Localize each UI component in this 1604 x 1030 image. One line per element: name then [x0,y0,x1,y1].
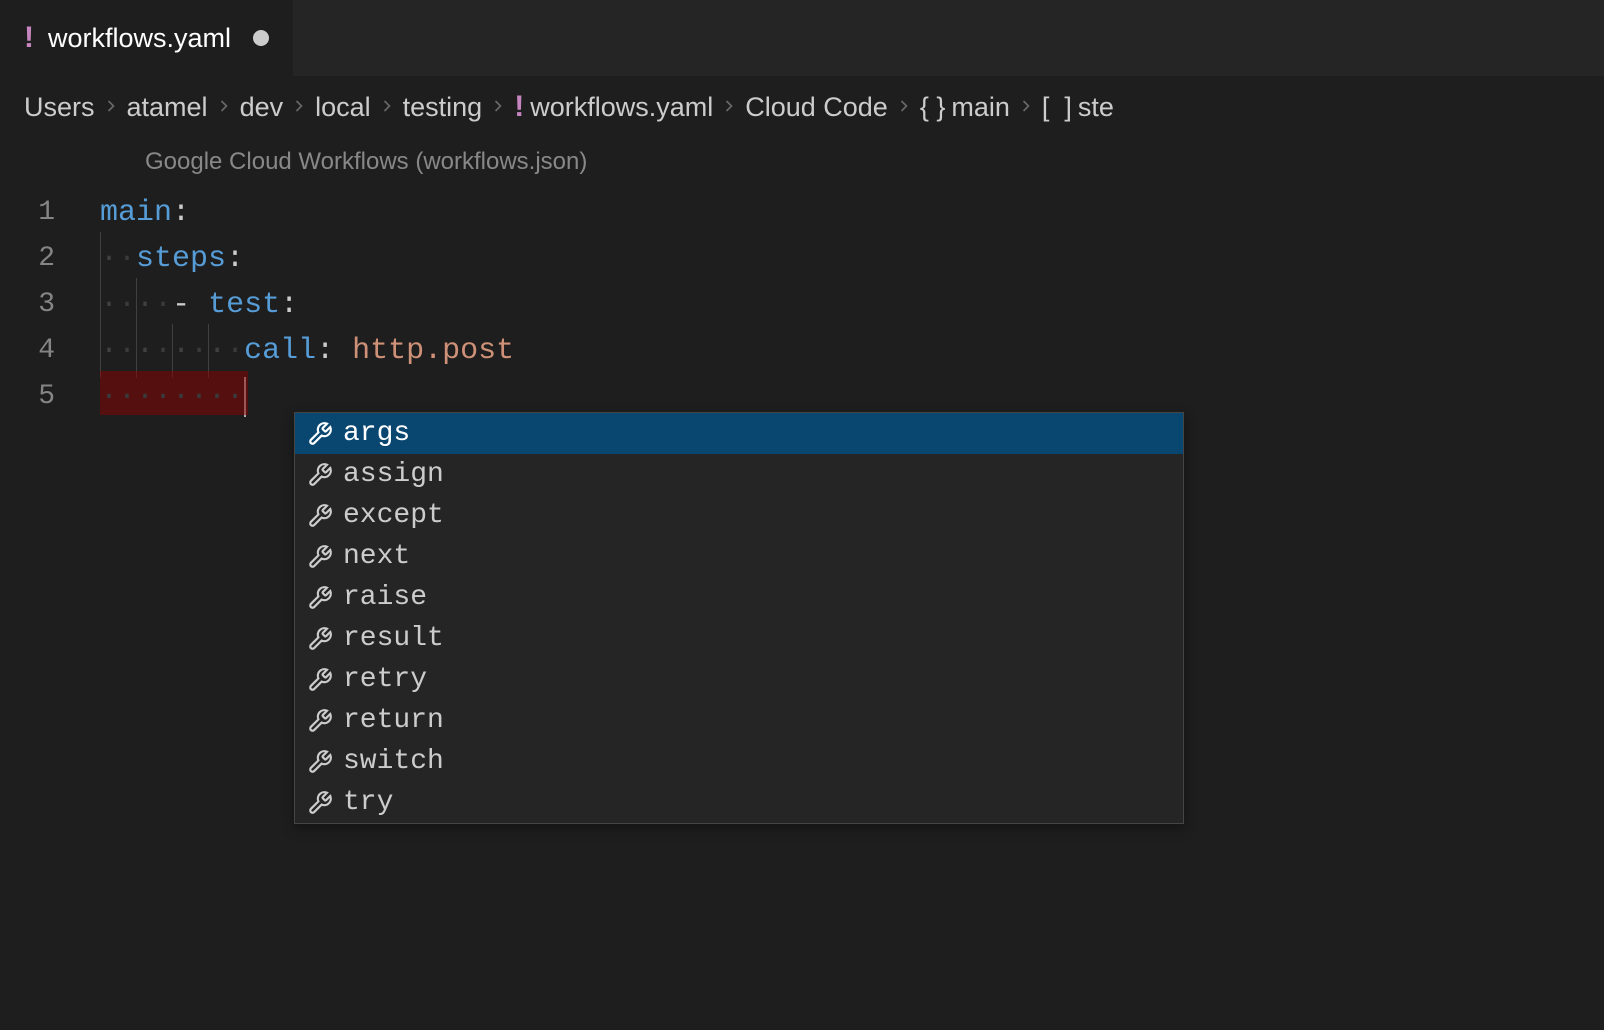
breadcrumb-segment[interactable]: ! workflows.yaml [514,90,713,124]
breadcrumb-label: local [315,92,371,123]
schema-hint: Google Cloud Workflows (workflows.json) [145,148,587,176]
breadcrumb-segment[interactable]: testing [403,92,483,123]
yaml-dash: - [172,282,208,328]
indent-guide: ·· [100,236,136,282]
breadcrumb-segment[interactable]: local [315,92,371,123]
breadcrumb: Users atamel dev local testing ! workflo… [0,76,1604,138]
wrench-icon [307,585,333,611]
code-line[interactable]: 2 ··steps: [0,236,1604,282]
indent-guide: ···· [100,282,172,328]
autocomplete-item[interactable]: try [295,782,1183,823]
code-line[interactable]: 4 ········call: http.post [0,328,1604,374]
breadcrumb-label: atamel [127,92,208,123]
chevron-right-icon [377,92,397,123]
yaml-key: main [100,190,172,236]
autocomplete-label: try [343,787,393,818]
yaml-file-icon: ! [24,21,34,55]
chevron-right-icon [101,92,121,123]
chevron-right-icon [488,92,508,123]
breadcrumb-label: ste [1078,92,1114,123]
wrench-icon [307,790,333,816]
wrench-icon [307,708,333,734]
chevron-right-icon [289,92,309,123]
yaml-punct: : [226,236,244,282]
object-icon: { } [920,92,946,123]
unsaved-indicator-icon [253,30,269,46]
array-icon: [ ] [1042,92,1072,123]
indent-guide: ········ [100,374,244,420]
breadcrumb-segment[interactable]: [ ] ste [1042,92,1114,123]
breadcrumb-label: Cloud Code [745,92,888,123]
breadcrumb-label: testing [403,92,483,123]
line-number: 1 [0,190,100,236]
wrench-icon [307,667,333,693]
chevron-right-icon [214,92,234,123]
chevron-right-icon [894,92,914,123]
breadcrumb-segment[interactable]: Cloud Code [745,92,888,123]
line-number: 2 [0,236,100,282]
breadcrumb-segment[interactable]: Users [24,92,95,123]
autocomplete-label: assign [343,459,444,490]
wrench-icon [307,421,333,447]
line-number: 4 [0,328,100,374]
breadcrumb-segment[interactable]: dev [240,92,284,123]
autocomplete-label: args [343,418,410,449]
yaml-key: steps [136,236,226,282]
autocomplete-label: next [343,541,410,572]
yaml-punct: : [280,282,298,328]
editor-tab[interactable]: ! workflows.yaml [0,0,294,76]
autocomplete-popup: args assign except next raise result r [294,412,1184,824]
yaml-key: test [208,282,280,328]
yaml-value: http.post [352,328,514,374]
autocomplete-item[interactable]: args [295,413,1183,454]
wrench-icon [307,503,333,529]
autocomplete-item[interactable]: switch [295,741,1183,782]
autocomplete-item[interactable]: return [295,700,1183,741]
indent-guide: ········ [100,328,244,374]
breadcrumb-label: workflows.yaml [530,92,713,123]
autocomplete-item[interactable]: next [295,536,1183,577]
wrench-icon [307,544,333,570]
autocomplete-item[interactable]: assign [295,454,1183,495]
yaml-file-icon: ! [514,90,524,124]
autocomplete-label: return [343,705,444,736]
wrench-icon [307,462,333,488]
autocomplete-label: retry [343,664,427,695]
tab-filename: workflows.yaml [48,23,231,54]
code-editor[interactable]: Google Cloud Workflows (workflows.json) … [0,138,1604,420]
autocomplete-item[interactable]: raise [295,577,1183,618]
code-line[interactable]: 3 ····- test: [0,282,1604,328]
autocomplete-label: raise [343,582,427,613]
autocomplete-label: except [343,500,444,531]
wrench-icon [307,749,333,775]
yaml-punct: : [316,328,352,374]
chevron-right-icon [719,92,739,123]
breadcrumb-segment[interactable]: atamel [127,92,208,123]
autocomplete-item[interactable]: retry [295,659,1183,700]
line-number: 5 [0,374,100,420]
tab-bar: ! workflows.yaml [0,0,1604,76]
breadcrumb-label: dev [240,92,284,123]
breadcrumb-label: Users [24,92,95,123]
line-number: 3 [0,282,100,328]
autocomplete-label: result [343,623,444,654]
autocomplete-item[interactable]: result [295,618,1183,659]
autocomplete-label: switch [343,746,444,777]
editor-content[interactable]: 1 main: 2 ··steps: 3 ····- test: 4 ·····… [0,148,1604,420]
chevron-right-icon [1016,92,1036,123]
code-line[interactable]: 1 main: [0,190,1604,236]
breadcrumb-label: main [951,92,1010,123]
wrench-icon [307,626,333,652]
autocomplete-item[interactable]: except [295,495,1183,536]
yaml-punct: : [172,190,190,236]
breadcrumb-segment[interactable]: { } main [920,92,1010,123]
yaml-key: call [244,328,316,374]
